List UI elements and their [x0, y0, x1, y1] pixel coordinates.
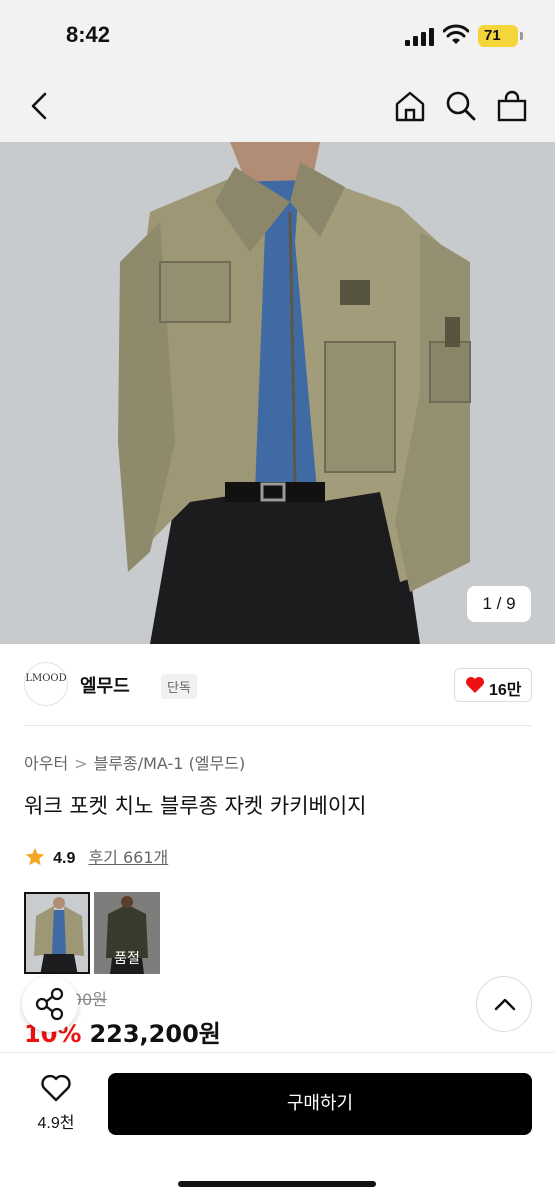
final-price: 223,200원	[89, 1020, 221, 1048]
battery-icon: 71	[478, 25, 523, 47]
exclusive-badge: 단독	[161, 674, 197, 699]
status-time: 8:42	[66, 22, 111, 47]
bottom-action-bar: 4.9천 구매하기	[0, 1052, 555, 1200]
star-icon	[25, 847, 45, 866]
heart-outline-icon	[41, 1074, 71, 1102]
brand-logo[interactable]: LMOOD	[24, 662, 68, 706]
scroll-top-button[interactable]	[476, 976, 532, 1032]
brand-logo-text: LMOOD	[25, 673, 67, 684]
share-button[interactable]	[22, 976, 78, 1032]
breadcrumb: 아우터 > 블루종/MA-1 (엘무드)	[24, 750, 245, 774]
status-bar: 8:42 71	[0, 0, 555, 70]
home-indicator	[178, 1181, 376, 1187]
chevron-left-icon[interactable]	[22, 88, 58, 124]
product-photo	[0, 142, 555, 644]
product-title: 워크 포켓 치노 블루종 자켓 카키베이지	[24, 794, 367, 818]
brand-name[interactable]: 엘무드	[80, 672, 130, 698]
brand-like-button[interactable]: 16만	[454, 668, 532, 702]
variant-thumbnail[interactable]	[24, 892, 90, 974]
top-nav	[0, 70, 555, 142]
variant-image	[26, 894, 88, 972]
breadcrumb-item[interactable]: 아우터	[24, 750, 68, 774]
rating-score: 4.9	[53, 850, 76, 867]
signal-icon	[405, 28, 435, 46]
wifi-icon	[443, 24, 469, 44]
shopping-bag-icon[interactable]	[494, 88, 530, 124]
heart-icon	[466, 677, 484, 693]
wishlist-count: 4.9천	[37, 1115, 75, 1132]
breadcrumb-separator: >	[74, 754, 88, 773]
divider	[24, 725, 532, 726]
share-icon	[35, 987, 64, 1021]
product-image[interactable]: 1 / 9	[0, 142, 555, 644]
like-count: 16만	[489, 682, 522, 699]
image-counter: 1 / 9	[467, 586, 531, 622]
breadcrumb-item[interactable]: 블루종/MA-1 (엘무드)	[94, 750, 246, 774]
chevron-up-icon	[494, 998, 516, 1011]
brand-row: LMOOD 엘무드 단독 16만	[24, 662, 532, 710]
sold-out-label: 품절	[114, 951, 140, 967]
home-icon[interactable]	[392, 88, 428, 124]
search-icon[interactable]	[443, 88, 479, 124]
buy-button[interactable]: 구매하기	[108, 1073, 532, 1135]
review-count-link[interactable]: 후기 661개	[88, 848, 168, 867]
rating-row: 4.9 후기 661개	[24, 844, 168, 868]
variant-thumbnail[interactable]: 품절	[94, 892, 160, 974]
wishlist-button[interactable]: 4.9천	[26, 1074, 86, 1133]
